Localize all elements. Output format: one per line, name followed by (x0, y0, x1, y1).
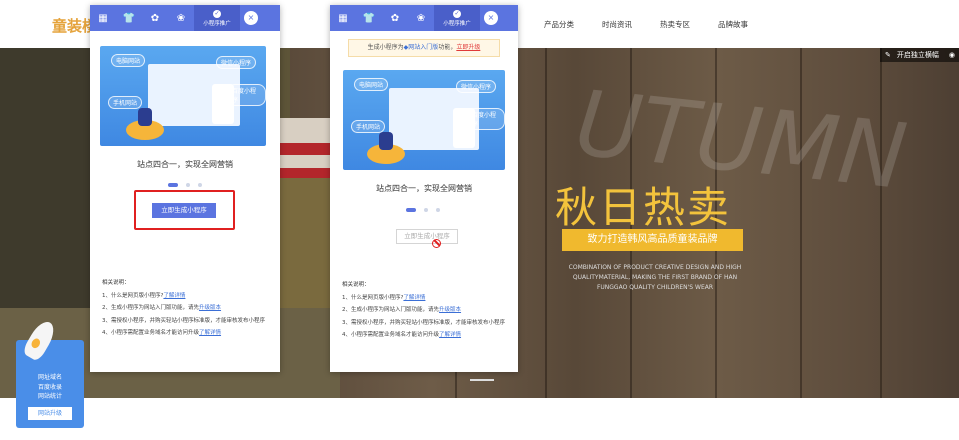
hero-english-text: COMBINATION OF PRODUCT CREATIVE DESIGN A… (568, 264, 742, 291)
hero-tagline: 致力打造韩风高品质童装品牌 (562, 229, 743, 251)
generate-mini-program-button[interactable]: 立即生成小程序 (152, 203, 216, 218)
gear-icon[interactable]: ✿ (382, 5, 408, 31)
page-root: 童装楼 产品分类 时尚资讯 热卖专区 品牌故事 UTUMN 秋日热卖 (0, 0, 959, 440)
tag-wechat-mini: 微信小程序 (216, 56, 257, 69)
shirt-icon[interactable]: 👕 (116, 5, 142, 31)
learn-more-link[interactable]: 了解详情 (199, 330, 221, 336)
tag-pc-site: 电脑网站 (354, 78, 389, 91)
wood-plank-divider (880, 48, 882, 398)
eye-icon[interactable]: ◉ (949, 48, 955, 62)
panel-toolbar: ▦ 👕 ✿ ❀ ✓ 小程序推广 × (330, 5, 518, 31)
notes-section: 相关说明： 1、什么是网页版小程序?了解详情 2、生成小程序为网站入门版功能，请… (342, 279, 514, 342)
mini-program-panel-right: ▦ 👕 ✿ ❀ ✓ 小程序推广 × 生成小程序为◆网站入门版功能，立即升级 电脑… (330, 5, 518, 372)
feature-baidu-index: 百度收录 (37, 383, 62, 391)
note-item: 1、什么是网页版小程序?了解详情 (102, 292, 186, 299)
close-icon[interactable]: × (484, 11, 498, 25)
slogan: 站点四合一，实现全网营销 (137, 160, 233, 169)
nav-item-products[interactable]: 产品分类 (544, 19, 574, 30)
illus-person (379, 132, 393, 150)
nav-item-news[interactable]: 时尚资讯 (602, 19, 632, 30)
carousel-dots[interactable] (406, 208, 440, 212)
note-item: 3、需授权小程序，并购买轻站小程序标准版，才能审核发布小程序 (102, 317, 266, 324)
site-upgrade-widget[interactable]: 网址域名 百度收录 网站统计 网站升级 (16, 317, 84, 428)
grid-icon[interactable]: ▦ (330, 5, 356, 31)
learn-more-link[interactable]: 了解详情 (163, 293, 185, 299)
dot[interactable] (436, 208, 440, 212)
wood-plank-divider (545, 48, 547, 398)
tag-wechat-mini: 微信小程序 (456, 80, 497, 93)
upgrade-link[interactable]: 升级版本 (199, 305, 221, 311)
nav-item-story[interactable]: 品牌故事 (718, 19, 748, 30)
note-item: 2、生成小程序为网站入门版功能，请先升级版本 (102, 305, 222, 311)
note-item: 1、什么是网页版小程序?了解详情 (342, 294, 426, 301)
dot[interactable] (198, 183, 202, 187)
learn-more-link[interactable]: 了解详情 (403, 295, 425, 301)
notes-section: 相关说明： 1、什么是网页版小程序?了解详情 2、生成小程序为网站入门版功能，请… (102, 277, 274, 340)
learn-more-link[interactable]: 了解详情 (439, 332, 461, 338)
tag-baidu-mini: 百度小程序 (227, 84, 266, 106)
promo-illustration: 电脑网站 微信小程序 手机网站 百度小程序 (343, 70, 505, 170)
note-item: 4、小程序需配置业务域名才能访问升级了解详情 (342, 332, 462, 338)
note-item: 4、小程序需配置业务域名才能访问升级了解详情 (102, 330, 222, 336)
mini-program-panel-left: ▦ 👕 ✿ ❀ ✓ 小程序推广 × 电脑网站 微信小程序 手机网站 百度小程序 … (90, 5, 280, 372)
open-banner-button[interactable]: ✎ 开启独立横幅 ◉ (880, 48, 959, 62)
promo-illustration: 电脑网站 微信小程序 手机网站 百度小程序 (100, 46, 266, 146)
feature-domain: 网址域名 (37, 374, 62, 381)
dot-active[interactable] (406, 208, 416, 212)
dot-active[interactable] (168, 183, 178, 187)
tag-mobile-site: 手机网站 (351, 120, 386, 133)
panel-toolbar: ▦ 👕 ✿ ❀ ✓ 小程序推广 × (90, 5, 280, 31)
carousel-indicator[interactable] (470, 379, 494, 381)
hero-title: 秋日热卖 (555, 183, 732, 232)
shirt-icon[interactable]: 👕 (356, 5, 382, 31)
feature-statistics: 网站统计 (37, 393, 62, 400)
grid-icon[interactable]: ▦ (90, 5, 116, 31)
upgrade-now-link[interactable]: 立即升级 (456, 44, 480, 51)
tab-mini-program-promo[interactable]: ✓ 小程序推广 (434, 5, 480, 31)
note-item: 2、生成小程序为网站入门版功能，请先升级版本 (342, 307, 462, 313)
paw-icon[interactable]: ❀ (168, 5, 194, 31)
illus-person (138, 108, 152, 126)
gear-icon[interactable]: ✿ (142, 5, 168, 31)
rocket-flame (29, 337, 42, 350)
dot[interactable] (424, 208, 428, 212)
generate-mini-program-button-disabled[interactable]: 立即生成小程序 (396, 229, 458, 244)
tag-mobile-site: 手机网站 (108, 96, 143, 109)
notes-heading: 相关说明： (102, 280, 130, 286)
not-allowed-icon (432, 239, 441, 248)
dot[interactable] (186, 183, 190, 187)
slogan: 站点四合一，实现全网营销 (376, 184, 472, 193)
site-upgrade-button[interactable]: 网站升级 (28, 407, 72, 420)
upgrade-features: 网址域名 百度收录 网站统计 (16, 373, 84, 402)
upgrade-link[interactable]: 升级版本 (439, 307, 461, 313)
site-nav: 产品分类 时尚资讯 热卖专区 品牌故事 (544, 19, 776, 30)
check-icon: ✓ (213, 9, 221, 18)
paw-icon[interactable]: ❀ (408, 5, 434, 31)
close-icon[interactable]: × (244, 11, 258, 25)
note-item: 3、需授权小程序，并购买轻站小程序标准版，才能审核发布小程序 (342, 319, 506, 326)
pencil-icon: ✎ (885, 51, 891, 59)
nav-item-hot[interactable]: 热卖专区 (660, 19, 690, 30)
notes-heading: 相关说明： (342, 282, 370, 288)
check-icon: ✓ (453, 9, 461, 18)
tag-baidu-mini: 百度小程序 (467, 108, 505, 130)
tab-mini-program-promo[interactable]: ✓ 小程序推广 (194, 5, 240, 31)
carousel-dots[interactable] (168, 183, 202, 187)
upgrade-notice: 生成小程序为◆网站入门版功能，立即升级 (348, 39, 500, 57)
tag-pc-site: 电脑网站 (111, 54, 146, 67)
